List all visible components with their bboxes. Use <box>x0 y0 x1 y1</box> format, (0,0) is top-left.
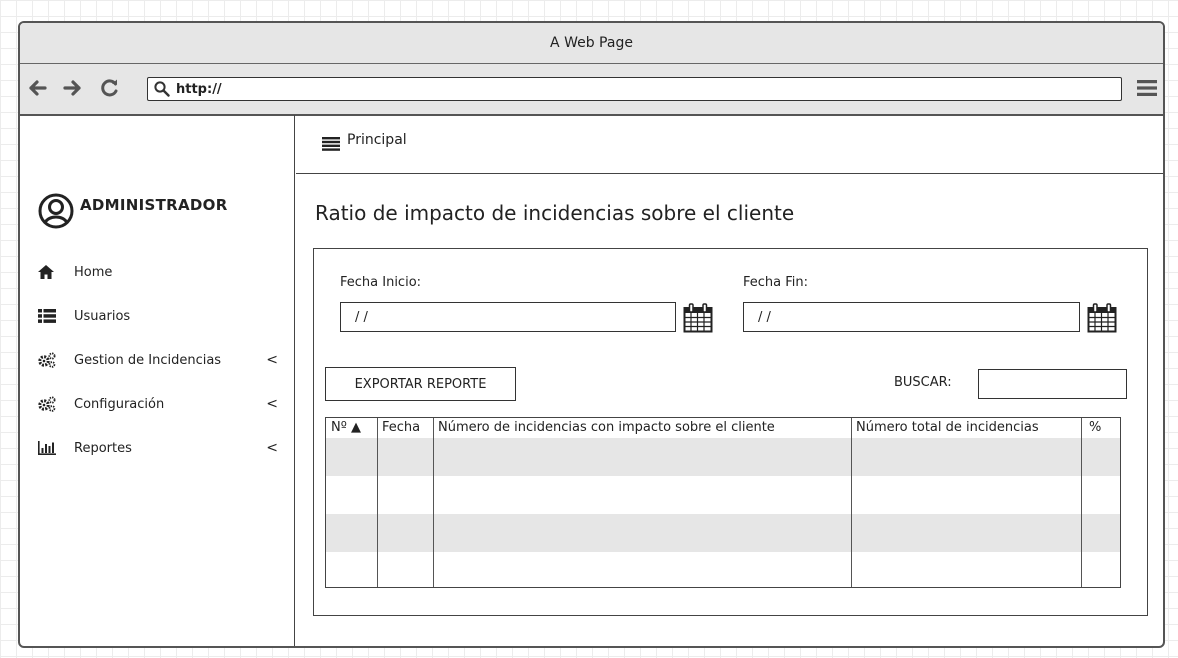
sidebar-item-label: Configuración <box>74 396 165 412</box>
fecha-fin-label: Fecha Fin: <box>743 275 809 290</box>
sidebar-item-gestion-incidencias[interactable]: Gestion de Incidencias < <box>38 352 278 368</box>
main-header: Principal <box>296 115 1163 174</box>
column-header-incidencias-impacto[interactable]: Número de incidencias con impacto sobre … <box>433 418 851 438</box>
page-title: Ratio de impacto de incidencias sobre el… <box>315 201 795 225</box>
sidebar-item-usuarios[interactable]: Usuarios <box>38 308 278 324</box>
search-icon <box>154 81 170 97</box>
fecha-inicio-value: / / <box>355 309 368 325</box>
column-divider <box>377 418 378 587</box>
address-bar: http:// <box>20 64 1163 116</box>
column-header-fecha[interactable]: Fecha <box>377 418 433 438</box>
fecha-inicio-input[interactable]: / / <box>340 302 676 332</box>
column-divider <box>851 418 852 587</box>
url-field[interactable]: http:// <box>147 77 1122 101</box>
list-icon <box>38 308 60 324</box>
chevron-left-icon: < <box>266 396 278 412</box>
fecha-inicio-label: Fecha Inicio: <box>340 275 422 290</box>
window-title: A Web Page <box>550 35 633 51</box>
window-titlebar: A Web Page <box>20 23 1163 64</box>
column-header-porcentaje[interactable]: % <box>1081 418 1119 438</box>
export-report-button[interactable]: EXPORTAR REPORTE <box>325 367 516 401</box>
sidebar-item-label: Gestion de Incidencias <box>74 352 222 368</box>
chevron-left-icon: < <box>266 352 278 368</box>
bar-chart-icon <box>38 440 60 456</box>
sidebar-item-label: Home <box>74 264 113 280</box>
gears-icon <box>38 352 60 368</box>
browser-menu-icon[interactable] <box>1137 80 1157 96</box>
user-name: ADMINISTRADOR <box>80 196 228 214</box>
table-row[interactable] <box>326 438 1120 476</box>
reload-icon[interactable] <box>100 78 120 98</box>
calendar-icon[interactable] <box>683 303 713 333</box>
search-label: BUSCAR: <box>894 375 952 390</box>
column-header-total-incidencias[interactable]: Número total de incidencias <box>851 418 1081 438</box>
sidebar-item-configuracion[interactable]: Configuración < <box>38 396 278 412</box>
hamburger-menu-icon[interactable] <box>322 137 340 151</box>
user-profile: ADMINISTRADOR <box>38 193 228 229</box>
gears-icon <box>38 396 60 412</box>
breadcrumb-principal[interactable]: Principal <box>347 132 407 148</box>
fecha-fin-input[interactable]: / / <box>743 302 1080 332</box>
table-row[interactable] <box>326 552 1120 587</box>
sidebar-item-label: Usuarios <box>74 308 131 324</box>
back-arrow-icon[interactable] <box>28 78 48 98</box>
table-row[interactable] <box>326 476 1120 514</box>
page-content: ADMINISTRADOR Home Usuarios Gestion de I… <box>20 115 1163 646</box>
column-divider <box>1081 418 1082 587</box>
report-table: Nº ▲ Fecha Número de incidencias con imp… <box>325 417 1121 588</box>
user-avatar-icon <box>38 193 74 229</box>
table-header: Nº ▲ Fecha Número de incidencias con imp… <box>326 418 1120 438</box>
sidebar: ADMINISTRADOR Home Usuarios Gestion de I… <box>20 115 295 646</box>
forward-arrow-icon[interactable] <box>62 78 82 98</box>
sidebar-item-label: Reportes <box>74 440 132 456</box>
browser-window: A Web Page http:// ADMINISTRADOR Home Us… <box>18 21 1165 648</box>
report-panel: Fecha Inicio: Fecha Fin: / / / / EXPORTA… <box>313 248 1148 616</box>
search-input[interactable] <box>978 369 1127 399</box>
column-header-numero[interactable]: Nº ▲ <box>326 418 377 438</box>
home-icon <box>38 264 60 280</box>
url-text: http:// <box>176 81 222 97</box>
table-row[interactable] <box>326 514 1120 552</box>
column-divider <box>433 418 434 587</box>
main-area: Principal Ratio de impacto de incidencia… <box>296 115 1163 646</box>
calendar-icon[interactable] <box>1087 303 1117 333</box>
fecha-fin-value: / / <box>758 309 771 325</box>
chevron-left-icon: < <box>266 440 278 456</box>
sidebar-item-reportes[interactable]: Reportes < <box>38 440 278 456</box>
sidebar-item-home[interactable]: Home <box>38 264 278 280</box>
